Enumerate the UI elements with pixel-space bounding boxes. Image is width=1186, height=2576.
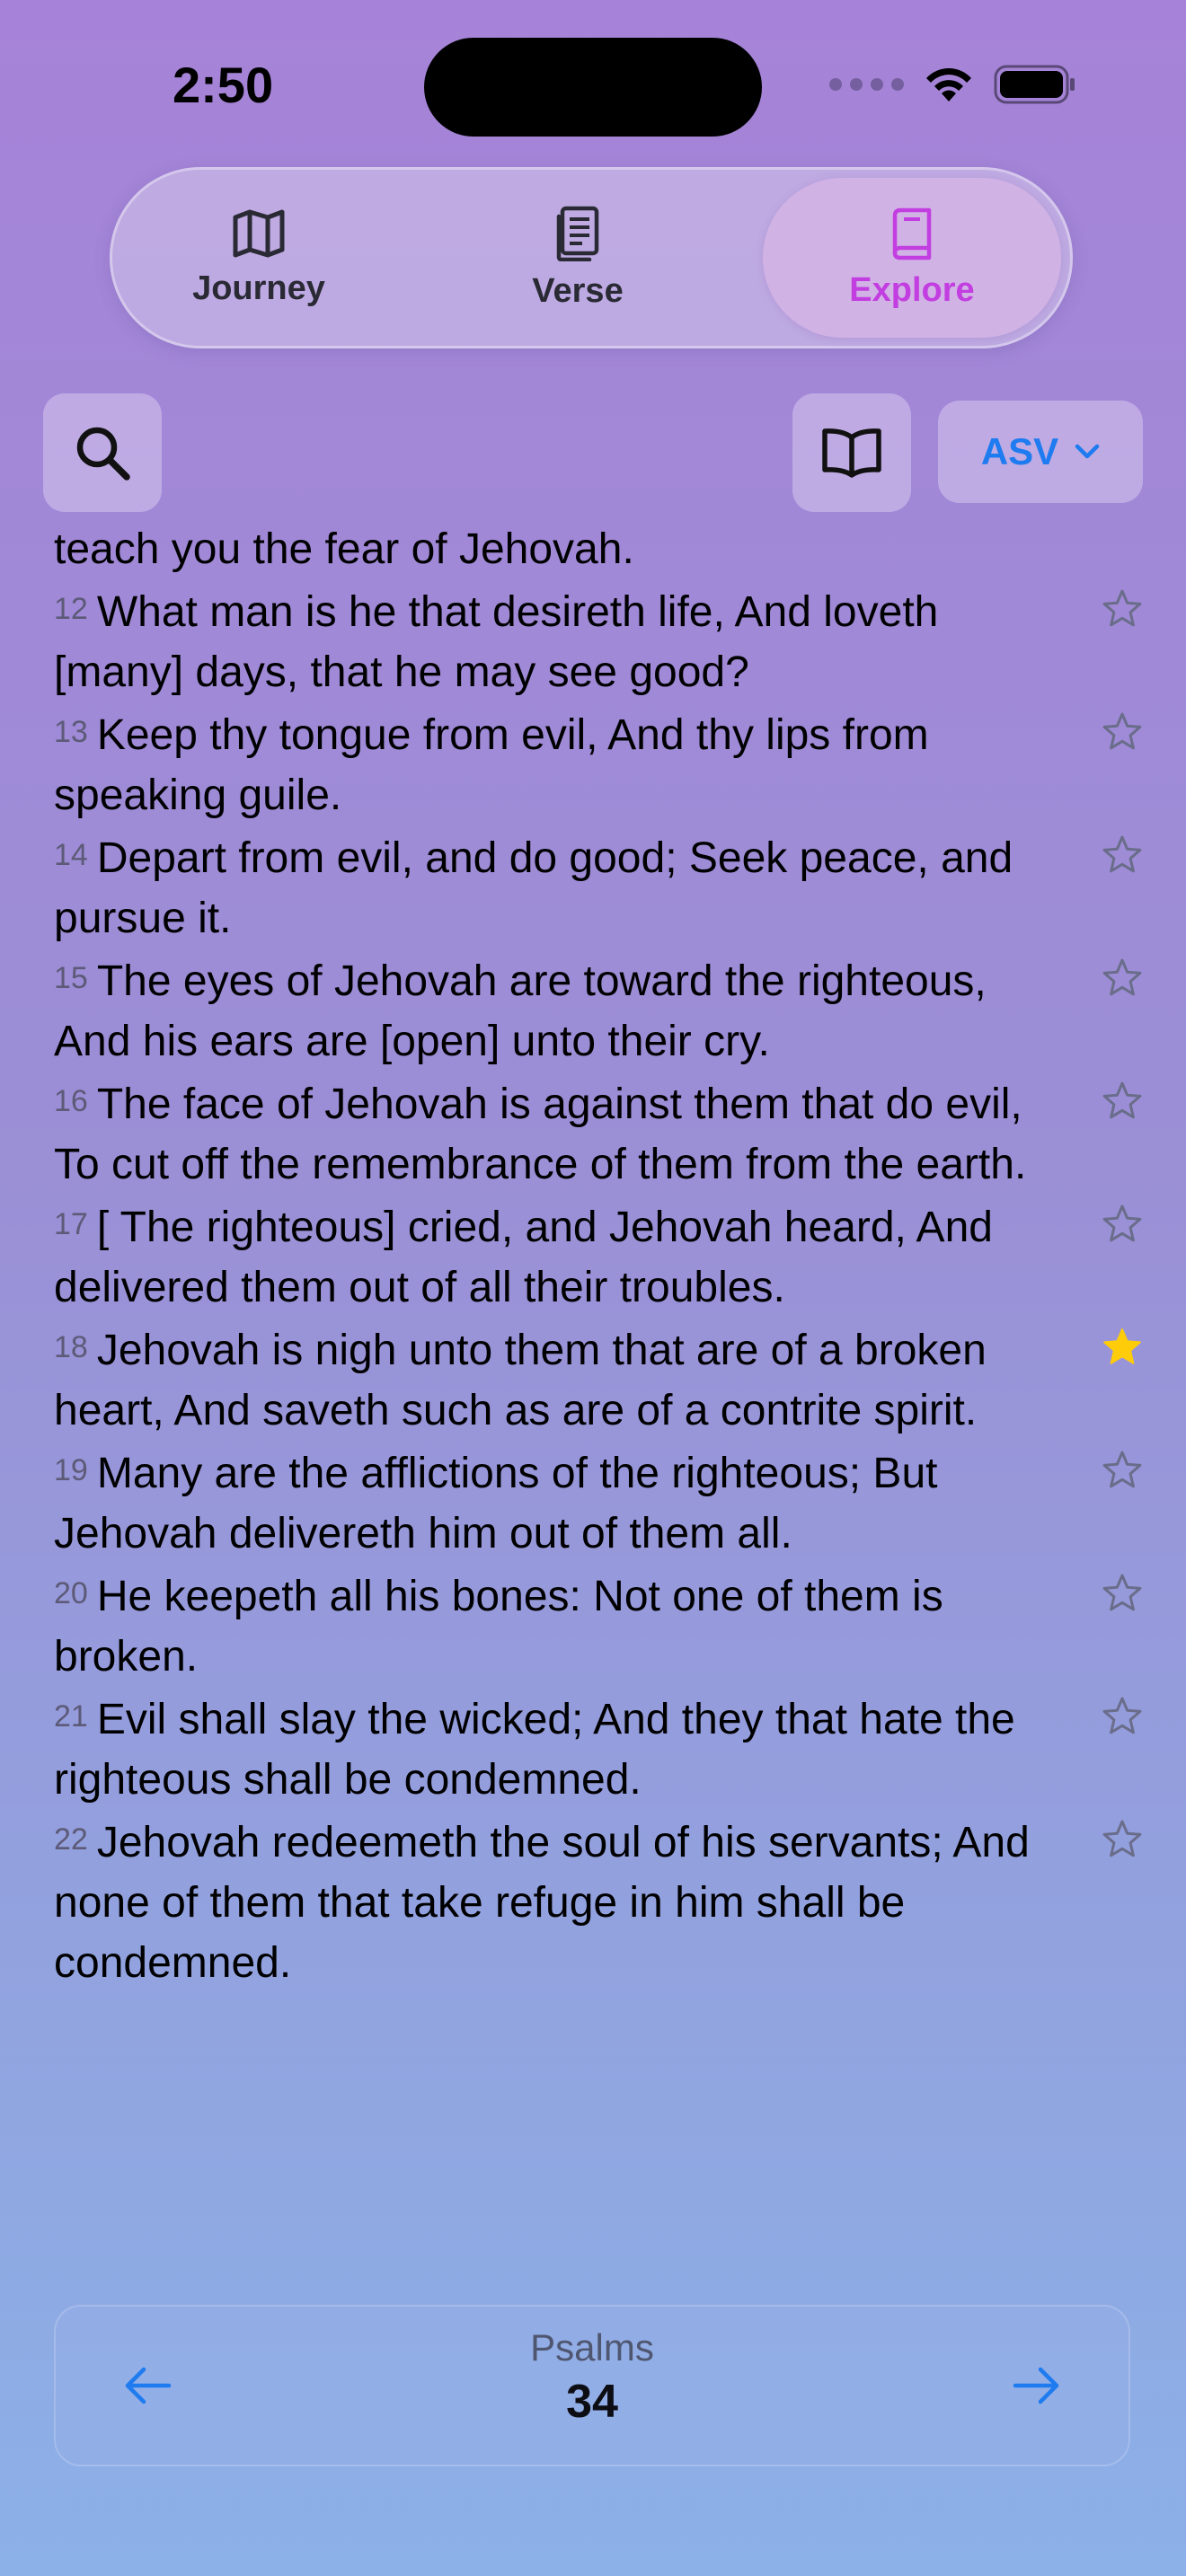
tab-verse[interactable]: Verse	[429, 178, 727, 338]
verse-row[interactable]: 17[ The righteous] cried, and Jehovah he…	[54, 1195, 1150, 1318]
verse-list: teach you the fear of Jehovah. 12 What ma…	[54, 519, 1150, 1993]
verse-number: 13	[54, 715, 88, 749]
version-label: ASV	[980, 430, 1059, 472]
verse-row[interactable]: 15 The eyes of Jehovah are toward the rig…	[54, 948, 1150, 1072]
verse-text: The eyes of Jehovah are toward the right…	[54, 957, 987, 1065]
verse-row[interactable]: 20 He keepeth all his bones: Not one of t…	[54, 1564, 1150, 1687]
map-icon	[233, 209, 285, 257]
star-outline-icon[interactable]	[1102, 1204, 1143, 1245]
star-outline-icon[interactable]	[1102, 1573, 1143, 1614]
chevron-down-icon	[1075, 444, 1100, 459]
verse-number: 14	[54, 838, 88, 872]
verse-row[interactable]: 14 Depart from evil, and do good; Seek pe…	[54, 825, 1150, 948]
document-icon	[556, 206, 599, 261]
star-outline-icon[interactable]	[1102, 1081, 1143, 1122]
verse-text: Depart from evil, and do good; Seek peac…	[54, 834, 1013, 942]
verse-number: 21	[54, 1699, 88, 1734]
verse-row[interactable]: 16 The face of Jehovah is against them th…	[54, 1072, 1150, 1195]
verse-number: 15	[54, 961, 88, 995]
tab-label: Journey	[192, 269, 325, 307]
verse-number: 19	[54, 1453, 88, 1487]
tab-journey[interactable]: Journey	[110, 178, 408, 338]
star-outline-icon[interactable]	[1102, 834, 1143, 876]
tab-bar: Journey Verse Explore	[110, 167, 1073, 348]
chapter-title[interactable]: Psalms 34	[54, 2326, 1130, 2429]
tab-label: Explore	[849, 270, 975, 309]
chapter-number: 34	[566, 2376, 618, 2428]
verse-row[interactable]: 22 Jehovah redeemeth the soul of his serv…	[54, 1810, 1150, 1993]
cellular-signal-icon	[829, 78, 904, 91]
verse-number: 16	[54, 1084, 88, 1118]
verse-fragment: teach you the fear of Jehovah.	[54, 525, 634, 573]
book-name: Psalms	[530, 2326, 654, 2369]
tab-explore[interactable]: Explore	[763, 178, 1061, 338]
star-outline-icon[interactable]	[1102, 588, 1143, 630]
verse-text: Keep thy tongue from evil, And thy lips …	[54, 711, 929, 819]
star-outline-icon[interactable]	[1102, 1450, 1143, 1491]
verse-row[interactable]: 13 Keep thy tongue from evil, And thy lip…	[54, 702, 1150, 825]
verse-text: Many are the afflictions of the righteou…	[54, 1450, 938, 1557]
books-button[interactable]	[792, 393, 911, 512]
book-icon	[892, 207, 932, 260]
dynamic-island	[424, 38, 762, 137]
status-time: 2:50	[173, 57, 274, 113]
verse-number: 20	[54, 1576, 88, 1610]
chapter-navigation: Psalms 34	[54, 2305, 1130, 2466]
star-outline-icon[interactable]	[1102, 1696, 1143, 1737]
star-filled-icon[interactable]	[1102, 1327, 1143, 1368]
tab-label: Verse	[532, 271, 624, 310]
star-outline-icon[interactable]	[1102, 1819, 1143, 1860]
verse-row[interactable]: 12 What man is he that desireth life, And…	[54, 579, 1150, 702]
search-icon	[76, 427, 130, 481]
status-icons	[829, 65, 1076, 104]
next-chapter-button[interactable]	[1006, 2355, 1067, 2416]
open-book-icon	[822, 428, 881, 478]
verse-text: Jehovah redeemeth the soul of his servan…	[54, 1819, 1030, 1987]
version-selector[interactable]: ASV	[938, 401, 1143, 503]
verse-number: 12	[54, 592, 88, 626]
verse-text: [ The righteous] cried, and Jehovah hear…	[54, 1204, 993, 1311]
star-outline-icon[interactable]	[1102, 957, 1143, 999]
verse-row[interactable]: 21 Evil shall slay the wicked; And they t…	[54, 1687, 1150, 1810]
verse-container: 12 What man is he that desireth life, And…	[54, 579, 1150, 1993]
verse-text: Jehovah is nigh unto them that are of a …	[54, 1327, 987, 1434]
verse-text: The face of Jehovah is against them that…	[54, 1081, 1027, 1188]
verse-row[interactable]: 18 Jehovah is nigh unto them that are of …	[54, 1318, 1150, 1441]
verse-number: 22	[54, 1822, 88, 1857]
verse-text: He keepeth all his bones: Not one of the…	[54, 1573, 943, 1681]
star-outline-icon[interactable]	[1102, 711, 1143, 753]
verse-row[interactable]: 19 Many are the afflictions of the righte…	[54, 1441, 1150, 1564]
battery-icon	[994, 65, 1075, 104]
verse-number: 18	[54, 1330, 88, 1364]
wifi-icon	[926, 68, 971, 101]
verse-text: What man is he that desireth life, And l…	[54, 588, 939, 696]
verse-number: 17	[54, 1207, 88, 1241]
arrow-right-icon	[1013, 2367, 1059, 2404]
search-button[interactable]	[43, 393, 162, 512]
verse-text: Evil shall slay the wicked; And they tha…	[54, 1696, 1015, 1804]
